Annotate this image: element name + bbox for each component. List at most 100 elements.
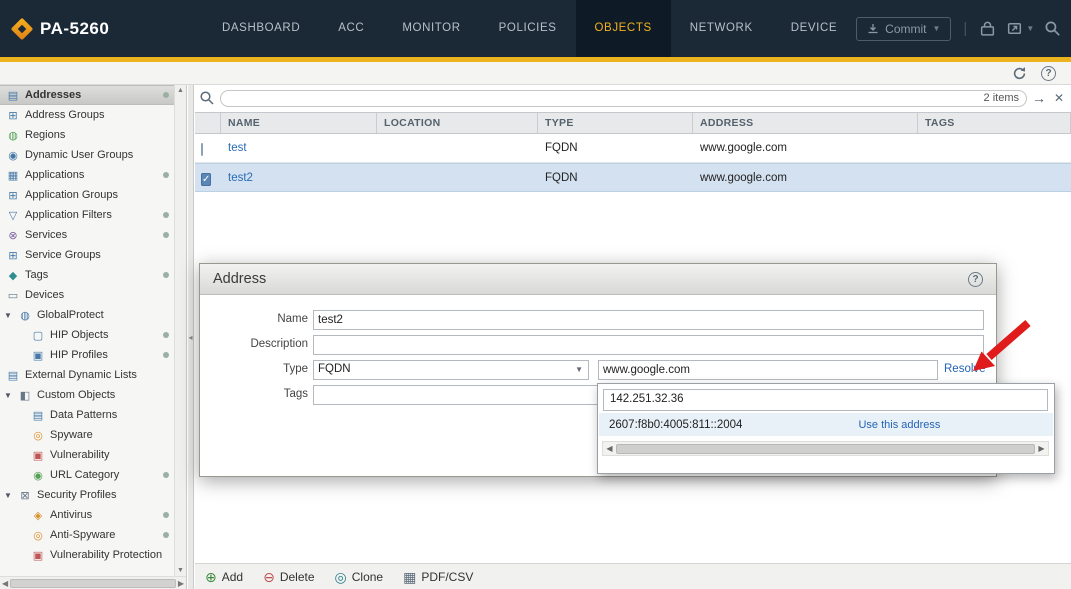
scrollbar-thumb[interactable] [10,579,176,588]
shared-dot [163,532,169,538]
search-icon[interactable] [1044,20,1061,37]
scroll-left-icon[interactable]: ◀ [2,579,8,588]
apply-filter-icon[interactable]: → [1032,90,1046,106]
sidebar-item-external-dynamic-lists[interactable]: ▤External Dynamic Lists [0,365,186,385]
scroll-down-icon[interactable]: ▼ [175,567,186,574]
name-label: Name [208,313,308,325]
commit-button[interactable]: Commit ▼ [856,17,951,41]
scroll-up-icon[interactable]: ▲ [175,87,186,94]
sidebar-item-applications[interactable]: ▦Applications [0,165,186,185]
sidebar-item-dynamic-user-groups[interactable]: ◉Dynamic User Groups [0,145,186,165]
sidebar-item-hip-objects[interactable]: ▢HIP Objects [0,325,186,345]
url-category-icon: ◉ [31,469,45,482]
add-button[interactable]: ⊕Add [205,570,243,584]
dialog-help-icon[interactable]: ? [968,272,983,287]
select-all-column[interactable] [195,113,221,133]
type-label: Type [208,363,308,375]
add-icon: ⊕ [205,570,217,584]
nav-tab-network[interactable]: NETWORK [671,0,772,57]
resolve-result-item[interactable]: 142.251.32.36 [603,389,1048,411]
sidebar-item-application-groups[interactable]: ⊞Application Groups [0,185,186,205]
scroll-right-icon[interactable]: ▶ [1035,444,1048,453]
lock-config-icon[interactable] [979,20,996,37]
sidebar-item-addresses[interactable]: ▤Addresses [0,85,186,105]
sidebar-vertical-scrollbar[interactable]: ▲ ▼ [174,85,186,576]
name-field[interactable] [313,310,984,330]
sidebar-item-spyware[interactable]: ◎Spyware [0,425,186,445]
sidebar-item-vulnerability-protection[interactable]: ▣Vulnerability Protection [0,545,186,565]
fqdn-field[interactable] [598,360,938,380]
expand-chevron-icon[interactable]: ▼ [3,491,13,500]
column-header-address[interactable]: ADDRESS [693,113,918,133]
shared-dot [163,212,169,218]
nav-tab-objects[interactable]: OBJECTS [576,0,671,57]
row-checkbox[interactable] [201,143,203,156]
clear-filter-icon[interactable]: ✕ [1054,91,1064,105]
resolved-address: 2607:f8b0:4005:811::2004 [609,419,742,431]
sidebar-item-service-groups[interactable]: ⊞Service Groups [0,245,186,265]
sidebar-horizontal-scrollbar[interactable]: ◀ ▶ [0,576,186,589]
chevron-down-icon: ▼ [933,24,941,33]
column-header-location[interactable]: LOCATION [377,113,538,133]
antivirus-icon: ◈ [31,509,45,522]
address-name-link[interactable]: test [221,142,377,154]
sidebar-item-url-category[interactable]: ◉URL Category [0,465,186,485]
sidebar-item-antivirus[interactable]: ◈Antivirus [0,505,186,525]
sidebar-item-regions[interactable]: ◍Regions [0,125,186,145]
type-select[interactable]: FQDN ▼ [313,360,589,380]
objects-sidebar: ▤Addresses ⊞Address Groups ◍Regions ◉Dyn… [0,85,187,589]
sidebar-collapse-handle[interactable]: ◂ [188,85,194,589]
sidebar-item-anti-spyware[interactable]: ◎Anti-Spyware [0,525,186,545]
description-field[interactable] [313,335,984,355]
clone-button[interactable]: ◎Clone [335,570,384,584]
nav-tab-policies[interactable]: POLICIES [480,0,576,57]
sub-toolbar: ? [0,62,1071,85]
scroll-left-icon[interactable]: ◀ [603,444,616,453]
data-patterns-icon: ▤ [31,409,45,422]
sidebar-item-application-filters[interactable]: ▽Application Filters [0,205,186,225]
sidebar-item-data-patterns[interactable]: ▤Data Patterns [0,405,186,425]
sidebar-item-globalprotect[interactable]: ▼◍GlobalProtect [0,305,186,325]
chevron-down-icon: ▼ [575,365,583,374]
tasks-icon[interactable]: ▼ [1006,20,1034,37]
sidebar-item-address-groups[interactable]: ⊞Address Groups [0,105,186,125]
brand-logo: PA-5260 [0,19,175,39]
filter-input[interactable] [220,90,1027,107]
address-value: www.google.com [693,142,918,154]
devices-icon: ▭ [6,289,20,302]
expand-chevron-icon[interactable]: ▼ [3,311,13,320]
service-groups-icon: ⊞ [6,249,20,262]
nav-tab-device[interactable]: DEVICE [772,0,856,57]
nav-tab-acc[interactable]: ACC [319,0,383,57]
resolve-link[interactable]: Resolve [944,363,986,375]
resolve-result-item[interactable]: 2607:f8b0:4005:811::2004 Use this addres… [599,413,1053,436]
sidebar-item-services[interactable]: ⊗Services [0,225,186,245]
pdf-csv-icon: ▦ [403,570,416,584]
sidebar-item-security-profiles[interactable]: ▼⊠Security Profiles [0,485,186,505]
sidebar-item-tags[interactable]: ◆Tags [0,265,186,285]
sidebar-item-hip-profiles[interactable]: ▣HIP Profiles [0,345,186,365]
address-name-link[interactable]: test2 [221,172,377,184]
header-separator: | [961,20,969,37]
column-header-type[interactable]: TYPE [538,113,693,133]
table-row[interactable]: test FQDN www.google.com [195,134,1071,163]
refresh-icon[interactable] [1012,66,1027,86]
use-this-address-link[interactable]: Use this address [858,419,940,431]
column-header-tags[interactable]: TAGS [918,113,1071,133]
pdf-csv-button[interactable]: ▦PDF/CSV [403,570,473,584]
scrollbar-thumb[interactable] [616,444,1035,454]
expand-chevron-icon[interactable]: ▼ [3,391,13,400]
sidebar-item-devices[interactable]: ▭Devices [0,285,186,305]
scroll-right-icon[interactable]: ▶ [178,579,184,588]
vulnerability-protection-icon: ▣ [31,549,45,562]
nav-tab-dashboard[interactable]: DASHBOARD [203,0,319,57]
popup-horizontal-scrollbar[interactable]: ◀ ▶ [602,441,1049,456]
column-header-name[interactable]: NAME [221,113,377,133]
delete-button[interactable]: ⊖Delete [263,570,314,584]
table-row[interactable]: ✓ test2 FQDN www.google.com [195,163,1071,192]
sidebar-item-vulnerability[interactable]: ▣Vulnerability [0,445,186,465]
row-checkbox[interactable]: ✓ [201,173,211,186]
nav-tab-monitor[interactable]: MONITOR [383,0,479,57]
sidebar-item-custom-objects[interactable]: ▼◧Custom Objects [0,385,186,405]
help-icon[interactable]: ? [1041,66,1056,81]
